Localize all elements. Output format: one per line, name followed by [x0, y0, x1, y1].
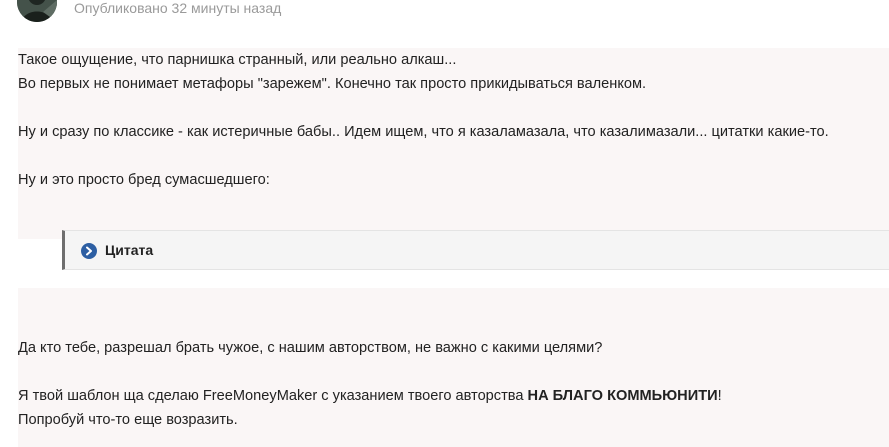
post-header: Опубликовано 32 минуты назад [0, 0, 889, 24]
post-text-block: Такое ощущение, что парнишка странный, и… [18, 48, 889, 239]
quote-block[interactable]: Цитата [62, 230, 889, 270]
published-time: Опубликовано 32 минуты назад [74, 0, 282, 16]
post-text-line: Попробуй что-то еще возразить. [18, 412, 238, 428]
post-text-bold: НА БЛАГО КОММЬЮНИТИ [527, 388, 718, 404]
post-text-segment: ! [717, 388, 722, 404]
post-text-line: Я твой шаблон ща сделаю FreeMoneyMaker с… [18, 387, 722, 405]
post-content: Такое ощущение, что парнишка странный, и… [0, 24, 889, 447]
avatar[interactable] [17, 0, 57, 22]
post-text-line: Ну и сразу по классике - как истеричные … [18, 124, 829, 140]
quote-label: Цитата [105, 242, 154, 258]
post-text-line: Такое ощущение, что парнишка странный, и… [18, 52, 457, 68]
post-text-block: Да кто тебе, разрешал брать чужое, с наш… [18, 288, 889, 447]
post-text-line: Во первых не понимает метафоры "зарежем"… [18, 76, 647, 92]
post-text-line: Ну и это просто бред сумасшедшего: [18, 172, 270, 188]
post-text-segment: Я твой шаблон ща сделаю FreeMoneyMaker с… [18, 388, 528, 404]
post-text-line: Да кто тебе, разрешал брать чужое, с наш… [18, 340, 603, 356]
chevron-right-circle-icon [81, 243, 97, 259]
